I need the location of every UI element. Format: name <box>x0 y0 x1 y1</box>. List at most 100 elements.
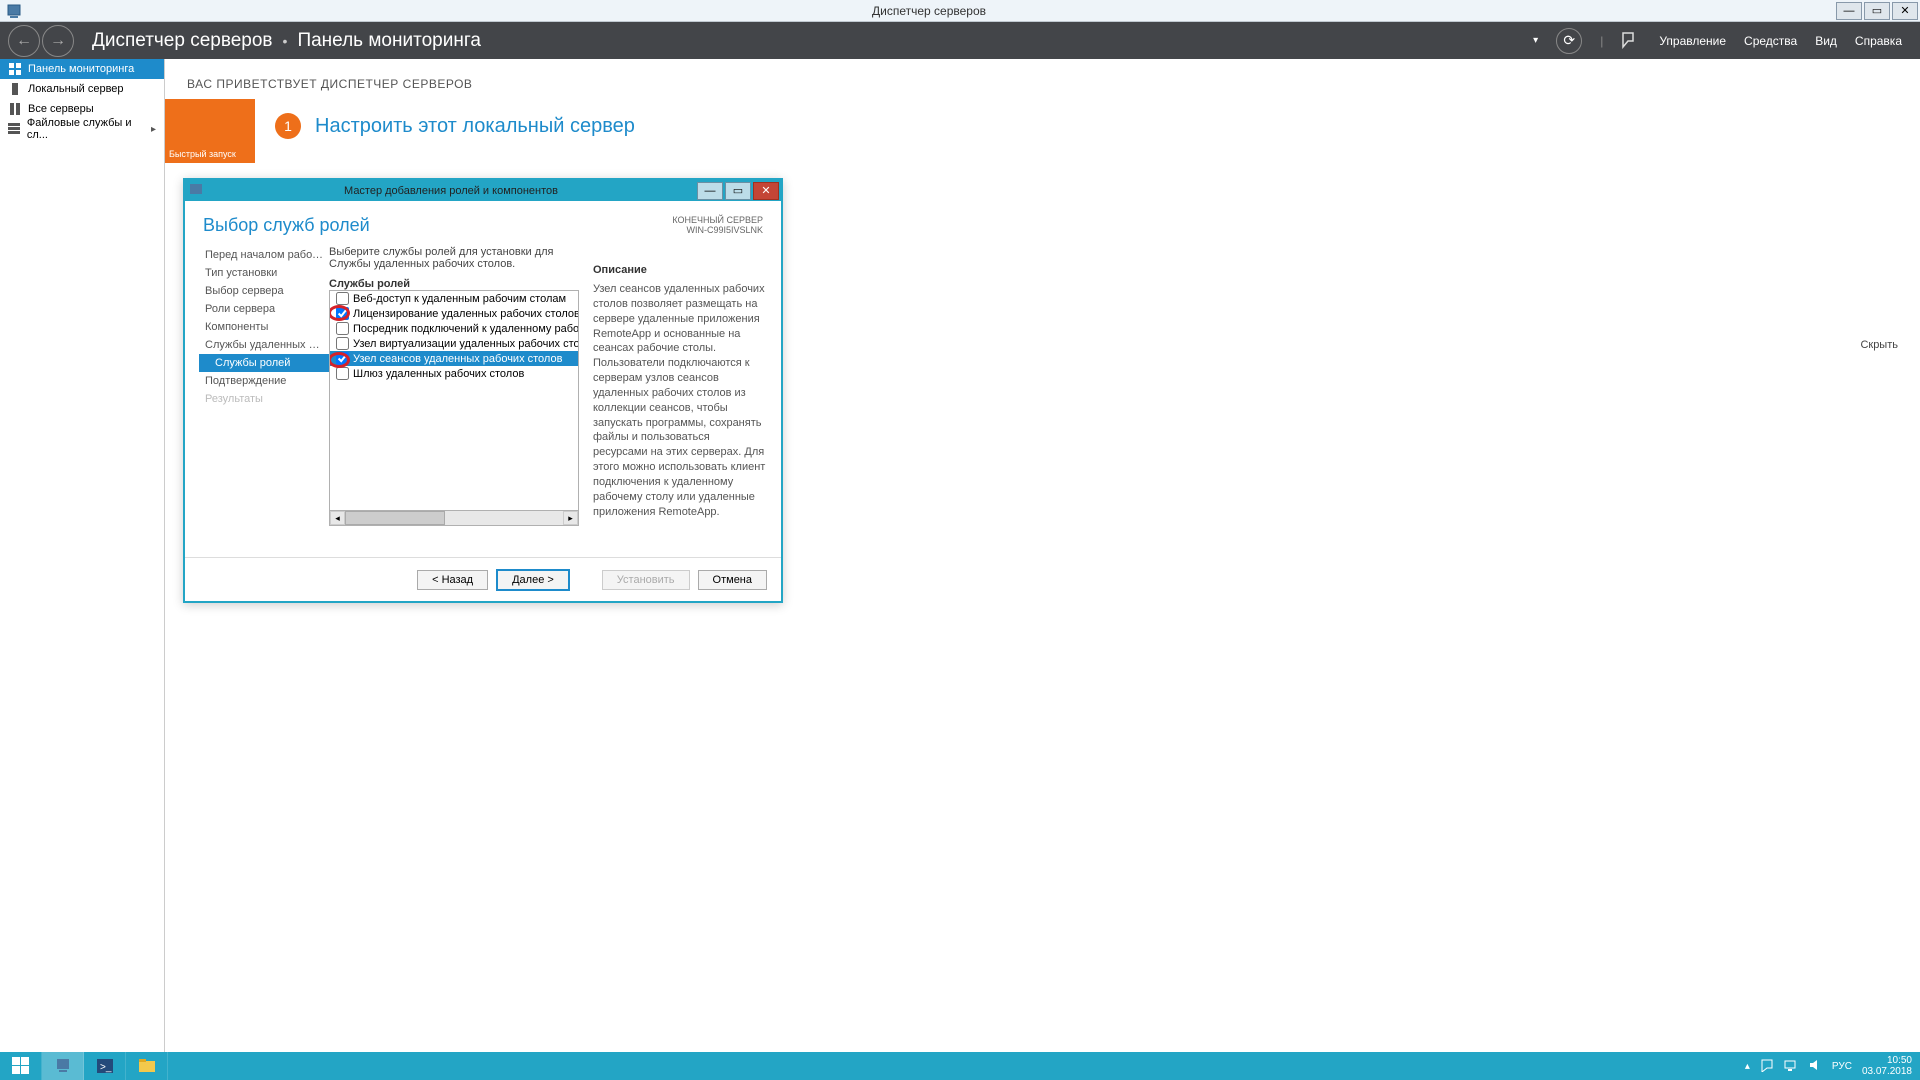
tray-sound-icon[interactable] <box>1808 1058 1822 1075</box>
servers-icon <box>8 102 22 116</box>
clock[interactable]: 10:50 03.07.2018 <box>1862 1055 1912 1077</box>
tray-action-center-icon[interactable] <box>1760 1058 1774 1075</box>
wizard-step[interactable]: Перед началом работы <box>199 246 329 264</box>
svg-text:>_: >_ <box>100 1062 112 1073</box>
wizard-step[interactable]: Службы удаленных рабо... <box>199 336 329 354</box>
sidebar-item-local-server[interactable]: Локальный сервер <box>0 79 164 99</box>
menu-help[interactable]: Справка <box>1855 34 1902 48</box>
role-item[interactable]: Шлюз удаленных рабочих столов <box>330 366 578 381</box>
notifications-flag-icon[interactable] <box>1621 31 1641 51</box>
role-checkbox[interactable] <box>336 307 349 320</box>
next-button[interactable]: Далее > <box>496 569 570 591</box>
role-label: Веб-доступ к удаленным рабочим столам <box>353 293 566 305</box>
tray-network-icon[interactable] <box>1784 1058 1798 1075</box>
dialog-header: Выбор служб ролей КОНЕЧНЫЙ СЕРВЕР WIN-C9… <box>185 201 781 242</box>
scroll-left-button[interactable]: ◂ <box>330 511 345 525</box>
refresh-icon[interactable]: ⟳ <box>1556 28 1582 54</box>
wizard-steps: Перед началом работы Тип установки Выбор… <box>199 246 329 548</box>
role-checkbox[interactable] <box>336 367 349 380</box>
ribbon-header: ← → Диспетчер серверов • Панель монитори… <box>0 22 1920 59</box>
sidebar-item-dashboard[interactable]: Панель мониторинга <box>0 59 164 79</box>
role-item[interactable]: Веб-доступ к удаленным рабочим столам <box>330 291 578 306</box>
sidebar-item-label: Файловые службы и сл... <box>27 117 145 141</box>
taskbar-explorer[interactable] <box>126 1052 168 1080</box>
dropdown-caret[interactable]: ▾ <box>1533 35 1538 46</box>
menu-tools[interactable]: Средства <box>1744 34 1797 48</box>
description-column: Описание Узел сеансов удаленных рабочих … <box>593 246 767 548</box>
breadcrumb-root[interactable]: Диспетчер серверов <box>92 30 273 52</box>
maximize-button[interactable]: ▭ <box>1864 2 1890 20</box>
role-label: Посредник подключений к удаленному рабоч… <box>353 323 579 335</box>
role-label: Шлюз удаленных рабочих столов <box>353 368 524 380</box>
dialog-title: Мастер добавления ролей и компонентов <box>205 185 697 197</box>
wizard-step[interactable]: Тип установки <box>199 264 329 282</box>
forward-arrow-button[interactable]: → <box>42 25 74 57</box>
scroll-right-button[interactable]: ▸ <box>563 511 578 525</box>
role-checkbox[interactable] <box>336 352 349 365</box>
sidebar-item-label: Все серверы <box>28 103 94 115</box>
taskbar-powershell[interactable]: >_ <box>84 1052 126 1080</box>
minimize-button[interactable]: — <box>1836 2 1862 20</box>
wizard-step[interactable]: Подтверждение <box>199 372 329 390</box>
main-titlebar: Диспетчер серверов — ▭ ✕ <box>0 0 1920 22</box>
dialog-icon <box>189 183 205 199</box>
server-name: WIN-C99I5IVSLNK <box>672 225 763 235</box>
role-item[interactable]: Лицензирование удаленных рабочих столов <box>330 306 578 321</box>
sidebar-item-all-servers[interactable]: Все серверы <box>0 99 164 119</box>
role-item-selected[interactable]: Узел сеансов удаленных рабочих столов <box>330 351 578 366</box>
back-button[interactable]: < Назад <box>417 570 488 590</box>
step-1-link[interactable]: Настроить этот локальный сервер <box>315 115 635 138</box>
description-label: Описание <box>593 264 767 276</box>
language-indicator[interactable]: РУС <box>1832 1061 1852 1072</box>
taskbar-server-manager[interactable] <box>42 1052 84 1080</box>
menu-view[interactable]: Вид <box>1815 34 1837 48</box>
add-roles-wizard-dialog: Мастер добавления ролей и компонентов — … <box>183 178 783 603</box>
window-controls: — ▭ ✕ <box>1836 2 1920 20</box>
wizard-step-active[interactable]: Службы ролей <box>199 354 329 372</box>
cancel-button[interactable]: Отмена <box>698 570 767 590</box>
role-checkbox[interactable] <box>336 292 349 305</box>
description-text: Узел сеансов удаленных рабочих столов по… <box>593 282 767 520</box>
quick-start-tile[interactable]: Быстрый запуск <box>165 99 255 163</box>
system-tray: ▴ РУС 10:50 03.07.2018 <box>1745 1055 1920 1077</box>
role-checkbox[interactable] <box>336 337 349 350</box>
role-checkbox[interactable] <box>336 322 349 335</box>
separator: | <box>1600 34 1603 48</box>
start-button[interactable] <box>0 1052 42 1080</box>
back-arrow-button[interactable]: ← <box>8 25 40 57</box>
wizard-step[interactable]: Выбор сервера <box>199 282 329 300</box>
dialog-maximize-button[interactable]: ▭ <box>725 182 751 200</box>
dialog-titlebar: Мастер добавления ролей и компонентов — … <box>185 180 781 201</box>
hide-link[interactable]: Скрыть <box>1860 339 1898 351</box>
close-button[interactable]: ✕ <box>1892 2 1918 20</box>
breadcrumb: Диспетчер серверов • Панель мониторинга <box>92 30 481 52</box>
sidebar-item-file-services[interactable]: Файловые службы и сл... ▸ <box>0 119 164 139</box>
role-column: Выберите службы ролей для установки для … <box>329 246 579 548</box>
main-window-title: Диспетчер серверов <box>22 4 1836 18</box>
tray-caret-icon[interactable]: ▴ <box>1745 1061 1750 1072</box>
sidebar: Панель мониторинга Локальный сервер Все … <box>0 59 165 1052</box>
clock-time: 10:50 <box>1862 1055 1912 1066</box>
install-button: Установить <box>602 570 690 590</box>
wizard-step[interactable]: Роли сервера <box>199 300 329 318</box>
role-item[interactable]: Узел виртуализации удаленных рабочих сто… <box>330 336 578 351</box>
dialog-footer: < Назад Далее > Установить Отмена <box>185 557 781 601</box>
dialog-close-button[interactable]: ✕ <box>753 182 779 200</box>
role-item[interactable]: Посредник подключений к удаленному рабоч… <box>330 321 578 336</box>
scroll-thumb[interactable] <box>345 511 445 525</box>
horizontal-scrollbar[interactable]: ◂ ▸ <box>330 510 578 525</box>
role-label: Узел сеансов удаленных рабочих столов <box>353 353 562 365</box>
server-info: КОНЕЧНЫЙ СЕРВЕР WIN-C99I5IVSLNK <box>672 215 763 235</box>
server-label: КОНЕЧНЫЙ СЕРВЕР <box>672 215 763 225</box>
dialog-minimize-button[interactable]: — <box>697 182 723 200</box>
breadcrumb-page: Панель мониторинга <box>297 30 480 52</box>
menu-manage[interactable]: Управление <box>1659 34 1726 48</box>
wizard-content: Выберите службы ролей для установки для … <box>329 246 767 548</box>
wizard-step[interactable]: Компоненты <box>199 318 329 336</box>
sidebar-item-label: Панель мониторинга <box>28 63 134 75</box>
quick-start-label: Быстрый запуск <box>169 149 236 159</box>
dashboard-icon <box>8 62 22 76</box>
server-icon <box>8 82 22 96</box>
step-row: 1 Настроить этот локальный сервер <box>275 113 635 139</box>
scroll-track[interactable] <box>345 511 563 525</box>
